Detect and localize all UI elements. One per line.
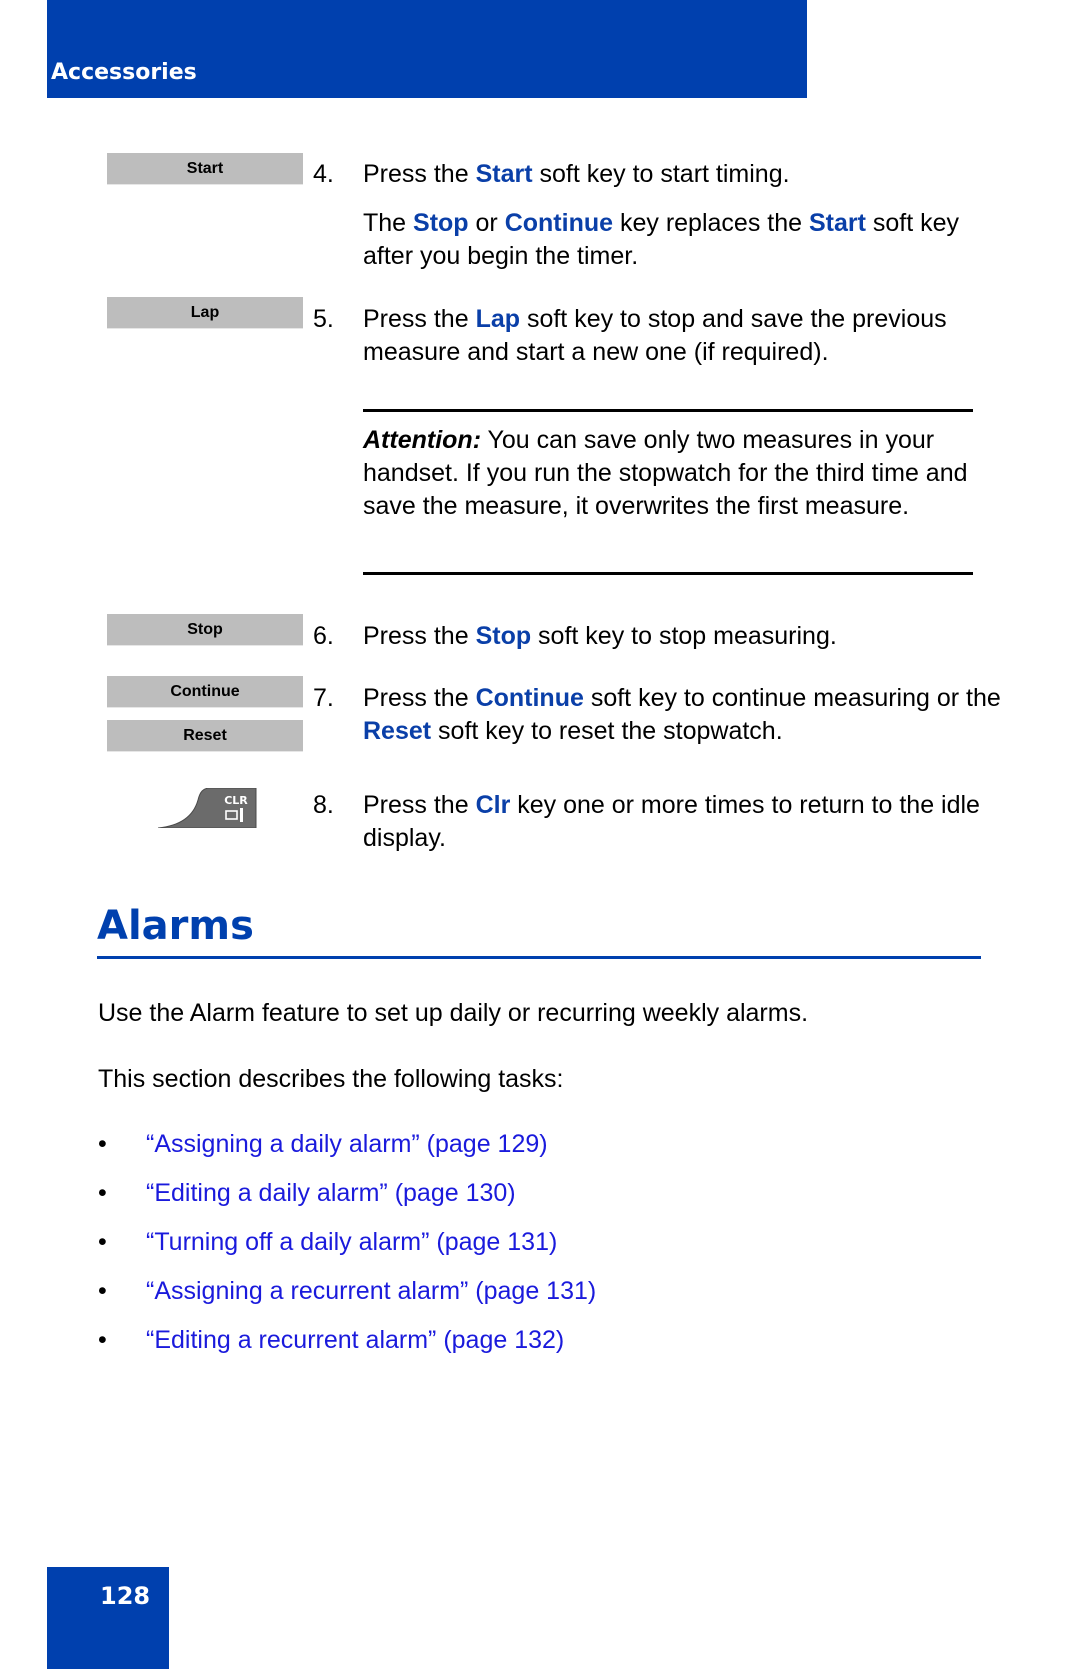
step-number: 7. [313, 684, 334, 712]
bullet: • [98, 1130, 107, 1158]
lap-softkey: Lap [107, 297, 303, 329]
keyword: Start [808, 209, 866, 237]
keyword: Lap [475, 305, 521, 333]
keyword: Clr [475, 791, 511, 819]
keyword: Start [475, 160, 533, 188]
step-text: Press the Lap soft key to stop and save … [363, 305, 947, 366]
bullet: • [98, 1228, 107, 1256]
step-number: 4. [313, 160, 334, 188]
keyword: Reset [363, 717, 432, 745]
clr-key-label: CLR [224, 794, 248, 807]
tasks-intro: This section describes the following tas… [98, 1065, 564, 1093]
step-text: Press the Clr key one or more times to r… [363, 791, 980, 852]
attention-bottom-rule [363, 572, 973, 575]
bullet: • [98, 1326, 107, 1354]
start-softkey: Start [107, 153, 303, 185]
attention-note: Attention: You can save only two measure… [363, 426, 968, 520]
keyword: Continue [475, 684, 584, 712]
step-text: Press the Start soft key to start timing… [363, 160, 790, 188]
attention-label: Attention: [363, 426, 482, 454]
section-title: Alarms [97, 903, 254, 949]
step-number: 8. [313, 791, 334, 819]
task-link-assigning-recurrent-alarm[interactable]: “Assigning a recurrent alarm” (page 131) [146, 1275, 596, 1308]
section-rule [97, 956, 981, 959]
step-text: Press the Stop soft key to stop measurin… [363, 622, 837, 650]
page-number: 128 [100, 1582, 151, 1610]
step-4-note: The Stop or Continue key replaces the St… [363, 209, 960, 270]
clr-key-icon: CLR [158, 788, 257, 828]
keyword: Stop [413, 209, 469, 237]
clr-key-bar [240, 808, 243, 822]
section-intro: Use the Alarm feature to set up daily or… [98, 999, 809, 1027]
continue-softkey: Continue [107, 676, 303, 708]
step-number: 5. [313, 305, 334, 333]
bullet: • [98, 1179, 107, 1207]
task-link-editing-daily-alarm[interactable]: “Editing a daily alarm” (page 130) [146, 1177, 516, 1210]
step-number: 6. [313, 622, 334, 650]
task-link-editing-recurrent-alarm[interactable]: “Editing a recurrent alarm” (page 132) [146, 1324, 564, 1357]
stop-softkey: Stop [107, 614, 303, 646]
task-link-turning-off-daily-alarm[interactable]: “Turning off a daily alarm” (page 131) [146, 1226, 557, 1259]
step-text: Press the Continue soft key to continue … [363, 684, 1001, 745]
keyword: Continue [504, 209, 614, 237]
bullet: • [98, 1277, 107, 1305]
reset-softkey: Reset [107, 720, 303, 752]
attention-top-rule [363, 409, 973, 412]
task-link-assigning-daily-alarm[interactable]: “Assigning a daily alarm” (page 129) [146, 1128, 548, 1161]
keyword: Stop [475, 622, 532, 650]
chapter-title: Accessories [51, 60, 197, 85]
